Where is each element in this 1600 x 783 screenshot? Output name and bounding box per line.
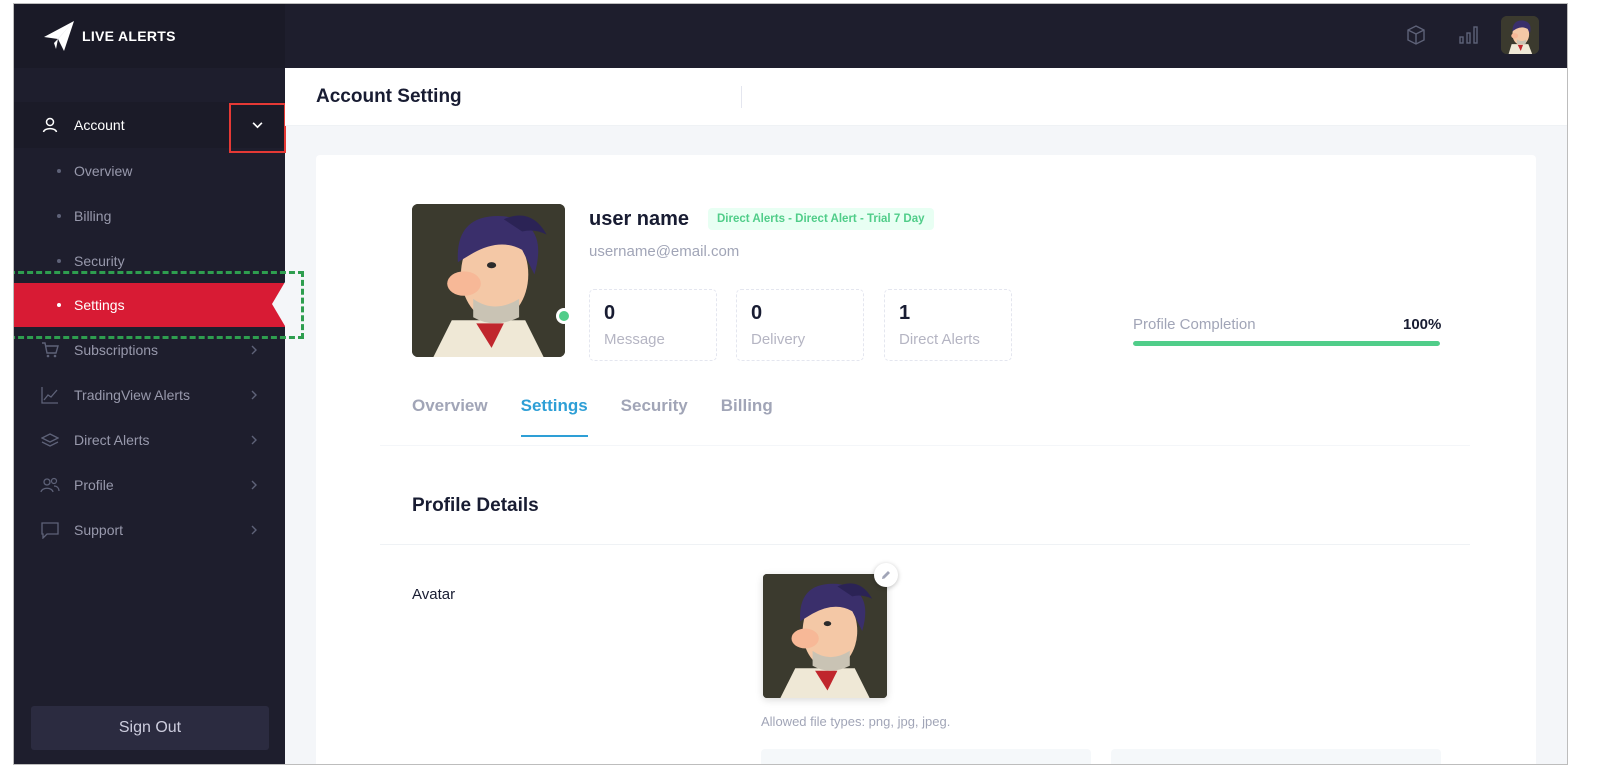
sidebar-subitem-label: Security — [74, 252, 125, 269]
chevron-right-icon — [251, 345, 257, 354]
user-avatar[interactable] — [1501, 16, 1539, 54]
profile-tabs: Overview Settings Security Billing — [412, 396, 806, 437]
sidebar-item-label: Support — [74, 521, 124, 538]
avatar-preview — [763, 574, 887, 698]
sidebar-item-label: Direct Alerts — [74, 431, 150, 448]
allowed-file-types-hint: Allowed file types: png, jpg, jpeg. — [761, 714, 951, 729]
avatar-illustration-icon — [1501, 16, 1539, 54]
stat-delivery: 0 Delivery — [736, 289, 864, 361]
tab-security[interactable]: Security — [621, 396, 688, 437]
user-icon — [40, 115, 60, 135]
plan-badge: Direct Alerts - Direct Alert - Trial 7 D… — [708, 208, 934, 230]
user-name: user name — [589, 208, 690, 230]
profile-completion-fill — [1133, 341, 1440, 346]
sidebar-subitem-label: Billing — [74, 207, 112, 224]
page-title: Account Setting — [316, 86, 462, 107]
section-divider — [380, 544, 1470, 545]
profile-completion-label: Profile Completion — [1133, 316, 1256, 333]
profile-avatar — [412, 204, 565, 357]
highlight-box-green-dashed — [14, 271, 304, 339]
page-header: Account Setting — [285, 68, 1567, 126]
stat-message: 0 Message — [589, 289, 717, 361]
paper-plane-logo-icon — [44, 21, 74, 51]
brand[interactable]: LIVE ALERTS — [14, 4, 285, 68]
sidebar-item-direct-alerts[interactable]: Direct Alerts — [14, 417, 285, 462]
stat-label: Message — [604, 331, 665, 348]
stat-value: 0 — [751, 302, 763, 324]
bar-chart-icon[interactable] — [1457, 24, 1479, 46]
chart-line-icon — [40, 385, 60, 405]
sidebar-subitem-label: Overview — [74, 162, 133, 179]
app-window: LIVE ALERTS Account Overview Billing Sec… — [13, 3, 1568, 765]
profile-completion-value: 100% — [1403, 316, 1442, 333]
highlight-box-red — [229, 103, 286, 153]
stat-value: 1 — [899, 302, 911, 324]
avatar-illustration-icon — [763, 574, 887, 698]
tabs-divider — [380, 445, 1470, 446]
edit-avatar-button[interactable] — [874, 563, 898, 587]
profile-details-title: Profile Details — [412, 495, 539, 516]
sidebar-item-label: Subscriptions — [74, 341, 159, 358]
bullet-icon — [57, 213, 61, 218]
stat-value: 0 — [604, 302, 616, 324]
chevron-right-icon — [251, 480, 257, 489]
avatar-field-label: Avatar — [412, 586, 456, 603]
avatar-illustration-icon — [412, 204, 565, 357]
tab-settings[interactable]: Settings — [520, 396, 588, 437]
chevron-right-icon — [251, 525, 257, 534]
cart-icon — [40, 340, 60, 360]
chat-icon — [40, 520, 60, 540]
profile-completion-bar — [1133, 341, 1440, 346]
stat-label: Delivery — [751, 331, 806, 348]
bullet-icon — [57, 258, 61, 263]
users-icon — [40, 475, 60, 495]
online-status-dot — [556, 308, 572, 324]
tab-billing[interactable]: Billing — [721, 396, 773, 437]
profile-card: user name Direct Alerts - Direct Alert -… — [316, 155, 1536, 764]
pencil-icon — [882, 571, 890, 579]
chevron-right-icon — [251, 390, 257, 399]
title-divider — [741, 86, 742, 108]
sidebar-item-label: Account — [74, 117, 125, 133]
last-name-input[interactable] — [1111, 749, 1441, 764]
sidebar-subitem-overview[interactable]: Overview — [14, 148, 285, 193]
chevron-right-icon — [251, 435, 257, 444]
cube-icon[interactable] — [1405, 24, 1427, 46]
sign-out-button[interactable]: Sign Out — [31, 706, 269, 750]
brand-name: LIVE ALERTS — [82, 28, 176, 44]
first-name-input[interactable] — [761, 749, 1091, 764]
user-email: username@email.com — [589, 243, 740, 260]
stat-direct-alerts: 1 Direct Alerts — [884, 289, 1012, 361]
avatar-upload — [763, 563, 898, 698]
sidebar-subitem-billing[interactable]: Billing — [14, 193, 285, 238]
layers-icon — [40, 430, 60, 450]
stat-label: Direct Alerts — [899, 331, 980, 348]
sidebar-item-tradingview-alerts[interactable]: TradingView Alerts — [14, 372, 285, 417]
sidebar-item-label: TradingView Alerts — [74, 386, 190, 403]
sidebar-item-support[interactable]: Support — [14, 507, 285, 552]
sidebar-item-profile[interactable]: Profile — [14, 462, 285, 507]
sidebar-item-label: Profile — [74, 476, 114, 493]
top-bar — [285, 4, 1567, 68]
bullet-icon — [57, 168, 61, 173]
tab-overview[interactable]: Overview — [412, 396, 488, 437]
